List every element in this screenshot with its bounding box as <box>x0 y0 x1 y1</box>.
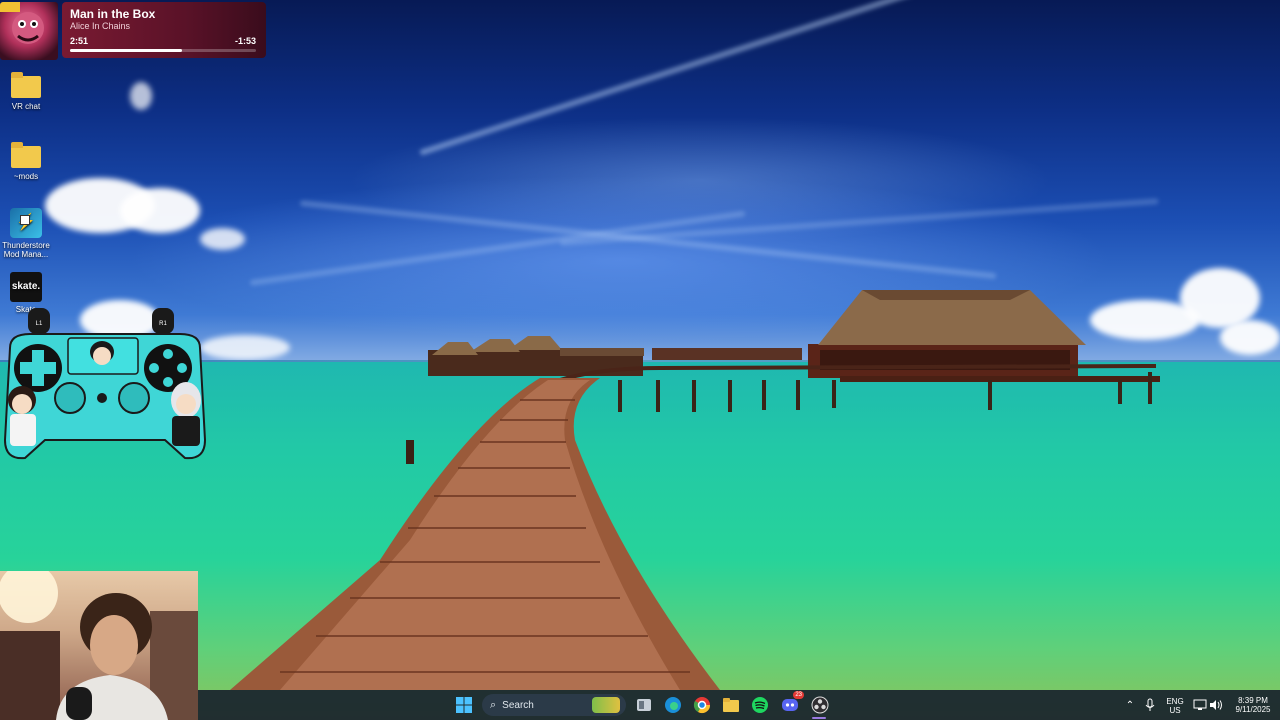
anime-character-left <box>8 386 36 446</box>
windows-start-button[interactable] <box>454 695 474 715</box>
discord-notification-badge: 23 <box>793 691 804 699</box>
edge-icon <box>665 697 681 713</box>
edge-button[interactable] <box>663 695 683 715</box>
elapsed-time: 2:51 <box>70 36 89 46</box>
right-stick-icon <box>118 382 150 414</box>
network-icon <box>1193 699 1207 710</box>
folder-icon <box>11 72 41 98</box>
spotify-icon <box>752 697 768 713</box>
language-indicator[interactable]: ENG US <box>1162 697 1188 715</box>
now-playing-card[interactable]: Man in the Box Alice In Chains 2:51 -1:5… <box>62 2 266 58</box>
file-explorer-button[interactable] <box>721 695 741 715</box>
spotify-button[interactable] <box>750 695 770 715</box>
chrome-icon <box>693 697 711 714</box>
skate-icon: skate. <box>10 272 42 302</box>
windows-start-icon <box>456 697 472 713</box>
language-code: ENG <box>1166 697 1184 706</box>
microphone-button[interactable] <box>1140 695 1160 715</box>
widgets-icon <box>637 699 651 711</box>
show-hidden-icons-button[interactable]: ⌃ <box>1120 695 1140 715</box>
webcam-overlay <box>0 571 198 720</box>
obs-button[interactable] <box>810 695 830 715</box>
skate-logo-text: skate. <box>11 281 41 292</box>
volume-icon <box>1210 700 1222 710</box>
search-highlight-icon <box>592 697 620 713</box>
playback-progress-bar[interactable] <box>70 49 256 52</box>
song-artist: Alice In Chains <box>70 21 131 31</box>
volume-button[interactable] <box>1206 695 1226 715</box>
thunderstore-icon: ⚡ <box>10 208 42 238</box>
obs-icon <box>811 696 829 714</box>
desktop-icon-thunderstore[interactable]: ⚡ Thunderstore Mod Mana... <box>0 208 52 259</box>
desktop-icon-label: VR chat <box>11 102 41 111</box>
discord-button[interactable]: 23 <box>780 691 804 715</box>
desktop-icon-vr-chat[interactable]: VR chat <box>0 72 52 111</box>
widgets-button[interactable] <box>634 695 654 715</box>
left-stick-icon <box>54 382 86 414</box>
shortcut-arrow-icon <box>20 215 30 225</box>
ps-button-icon <box>97 393 107 403</box>
folder-icon <box>11 142 41 168</box>
microphone-icon <box>1145 698 1155 711</box>
taskbar: ⌕ Search 23 ⌃ ENG US 8:39 PM 9/11/2025 <box>198 690 1280 720</box>
now-playing-widget[interactable]: Man in the Box Alice In Chains 2:51 -1:5… <box>0 2 270 62</box>
remaining-time: -1:53 <box>234 36 256 46</box>
chrome-button[interactable] <box>692 695 712 715</box>
song-title: Man in the Box <box>70 7 156 21</box>
desktop-icon-mods[interactable]: ~mods <box>0 142 52 181</box>
desktop-icon-label: ~mods <box>13 172 39 181</box>
file-explorer-icon <box>723 698 739 712</box>
clock-date: 9/11/2025 <box>1235 705 1271 714</box>
taskbar-search-box[interactable]: ⌕ Search <box>482 694 626 716</box>
search-icon: ⌕ <box>490 698 497 711</box>
playback-progress-fill <box>70 49 182 52</box>
active-app-indicator <box>812 717 826 719</box>
l1-label: L1 <box>36 321 43 327</box>
controller-overlay: L1 R1 <box>3 308 207 460</box>
r1-label: R1 <box>159 321 167 327</box>
playback-times: 2:51 -1:53 <box>70 36 256 46</box>
clock[interactable]: 8:39 PM 9/11/2025 <box>1228 696 1278 714</box>
chevron-up-icon: ⌃ <box>1125 699 1135 711</box>
desktop-icon-label: Thunderstore Mod Mana... <box>2 241 50 259</box>
search-label: Search <box>502 699 534 711</box>
clock-time: 8:39 PM <box>1238 696 1268 705</box>
keyboard-region: US <box>1169 706 1181 715</box>
album-art <box>0 2 58 60</box>
